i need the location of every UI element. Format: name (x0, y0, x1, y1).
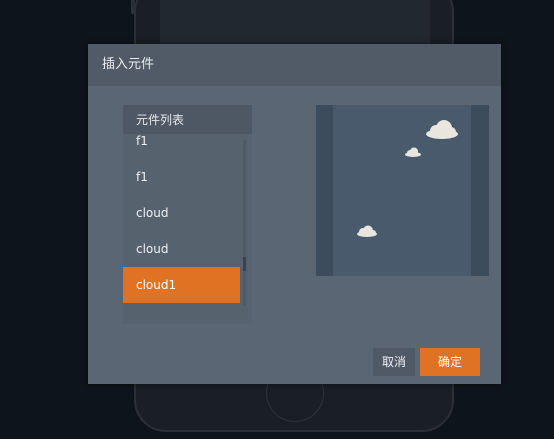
component-list[interactable]: f1 f1 cloud cloud cloud1 (123, 134, 252, 324)
list-item-label: cloud1 (136, 278, 177, 292)
insert-component-dialog: 插入元件 元件列表 f1 f1 cloud cloud cloud1 取消 确定 (88, 44, 501, 384)
list-item-label: cloud (136, 242, 169, 256)
list-item-label: f1 (136, 170, 148, 184)
phone-side-button (131, 0, 135, 14)
dialog-header: 插入元件 (88, 44, 501, 86)
preview-left-band (316, 105, 333, 276)
component-list-header: 元件列表 (123, 105, 252, 134)
cloud-icon (357, 225, 377, 237)
component-list-header-label: 元件列表 (136, 113, 185, 127)
list-item[interactable]: f1 (123, 134, 240, 159)
cloud-icon (405, 147, 421, 157)
stage: 插入元件 元件列表 f1 f1 cloud cloud cloud1 取消 确定 (0, 0, 554, 439)
list-scrollbar-thumb[interactable] (243, 257, 246, 271)
list-item[interactable]: cloud (123, 231, 240, 267)
list-item[interactable]: f1 (123, 159, 240, 195)
list-scrollbar-track[interactable] (243, 140, 246, 306)
list-item-label: f1 (136, 134, 148, 148)
component-list-panel: 元件列表 f1 f1 cloud cloud cloud1 (123, 105, 252, 324)
list-item[interactable]: cloud (123, 195, 240, 231)
cloud-icon (426, 120, 458, 139)
component-preview (316, 105, 489, 276)
preview-right-band (471, 105, 489, 276)
dialog-title: 插入元件 (102, 57, 155, 72)
confirm-button[interactable]: 确定 (420, 348, 480, 376)
list-item-selected[interactable]: cloud1 (123, 267, 240, 303)
cancel-button[interactable]: 取消 (373, 348, 415, 376)
list-item-label: cloud (136, 206, 169, 220)
